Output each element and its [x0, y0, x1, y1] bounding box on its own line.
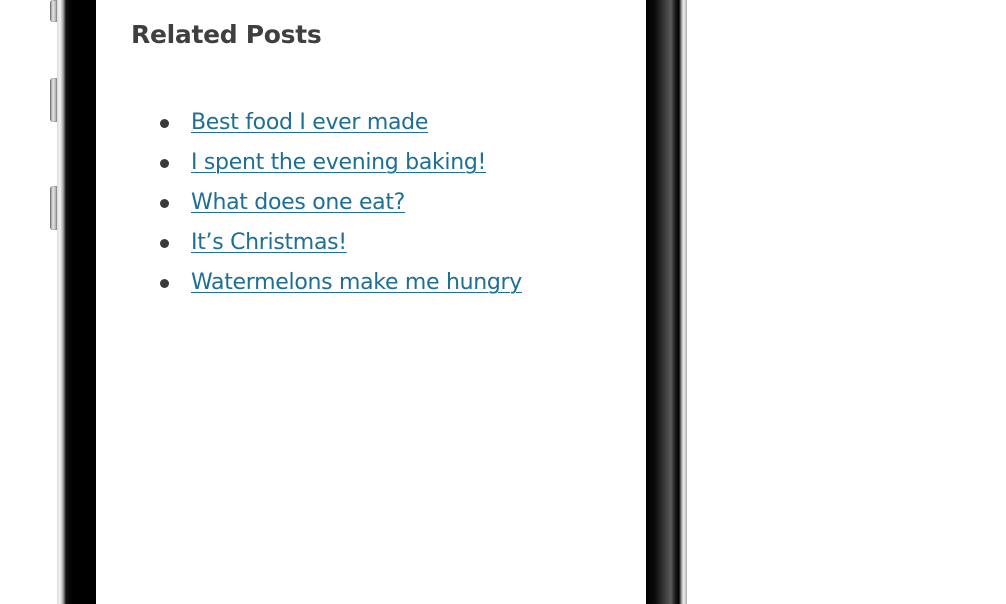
related-post-link[interactable]: Best food I ever made — [191, 103, 428, 143]
phone-right-bezel — [645, 0, 687, 604]
phone-volume-down-button — [50, 186, 57, 230]
phone-screen: Related Posts Best food I ever made I sp… — [96, 0, 646, 604]
related-post-link[interactable]: Watermelons make me hungry — [191, 263, 522, 303]
phone-mute-switch — [50, 0, 57, 22]
related-post-link[interactable]: What does one eat? — [191, 183, 405, 223]
bullet-icon — [160, 119, 169, 128]
related-post-link[interactable]: It’s Christmas! — [191, 223, 347, 263]
related-post-link[interactable]: I spent the evening baking! — [191, 143, 486, 183]
bullet-icon — [160, 199, 169, 208]
bullet-icon — [160, 279, 169, 288]
related-posts-heading: Related Posts — [131, 20, 322, 49]
bullet-icon — [160, 239, 169, 248]
phone-volume-up-button — [50, 78, 57, 122]
page-canvas: Related Posts Best food I ever made I sp… — [0, 0, 1006, 604]
bullet-icon — [160, 159, 169, 168]
